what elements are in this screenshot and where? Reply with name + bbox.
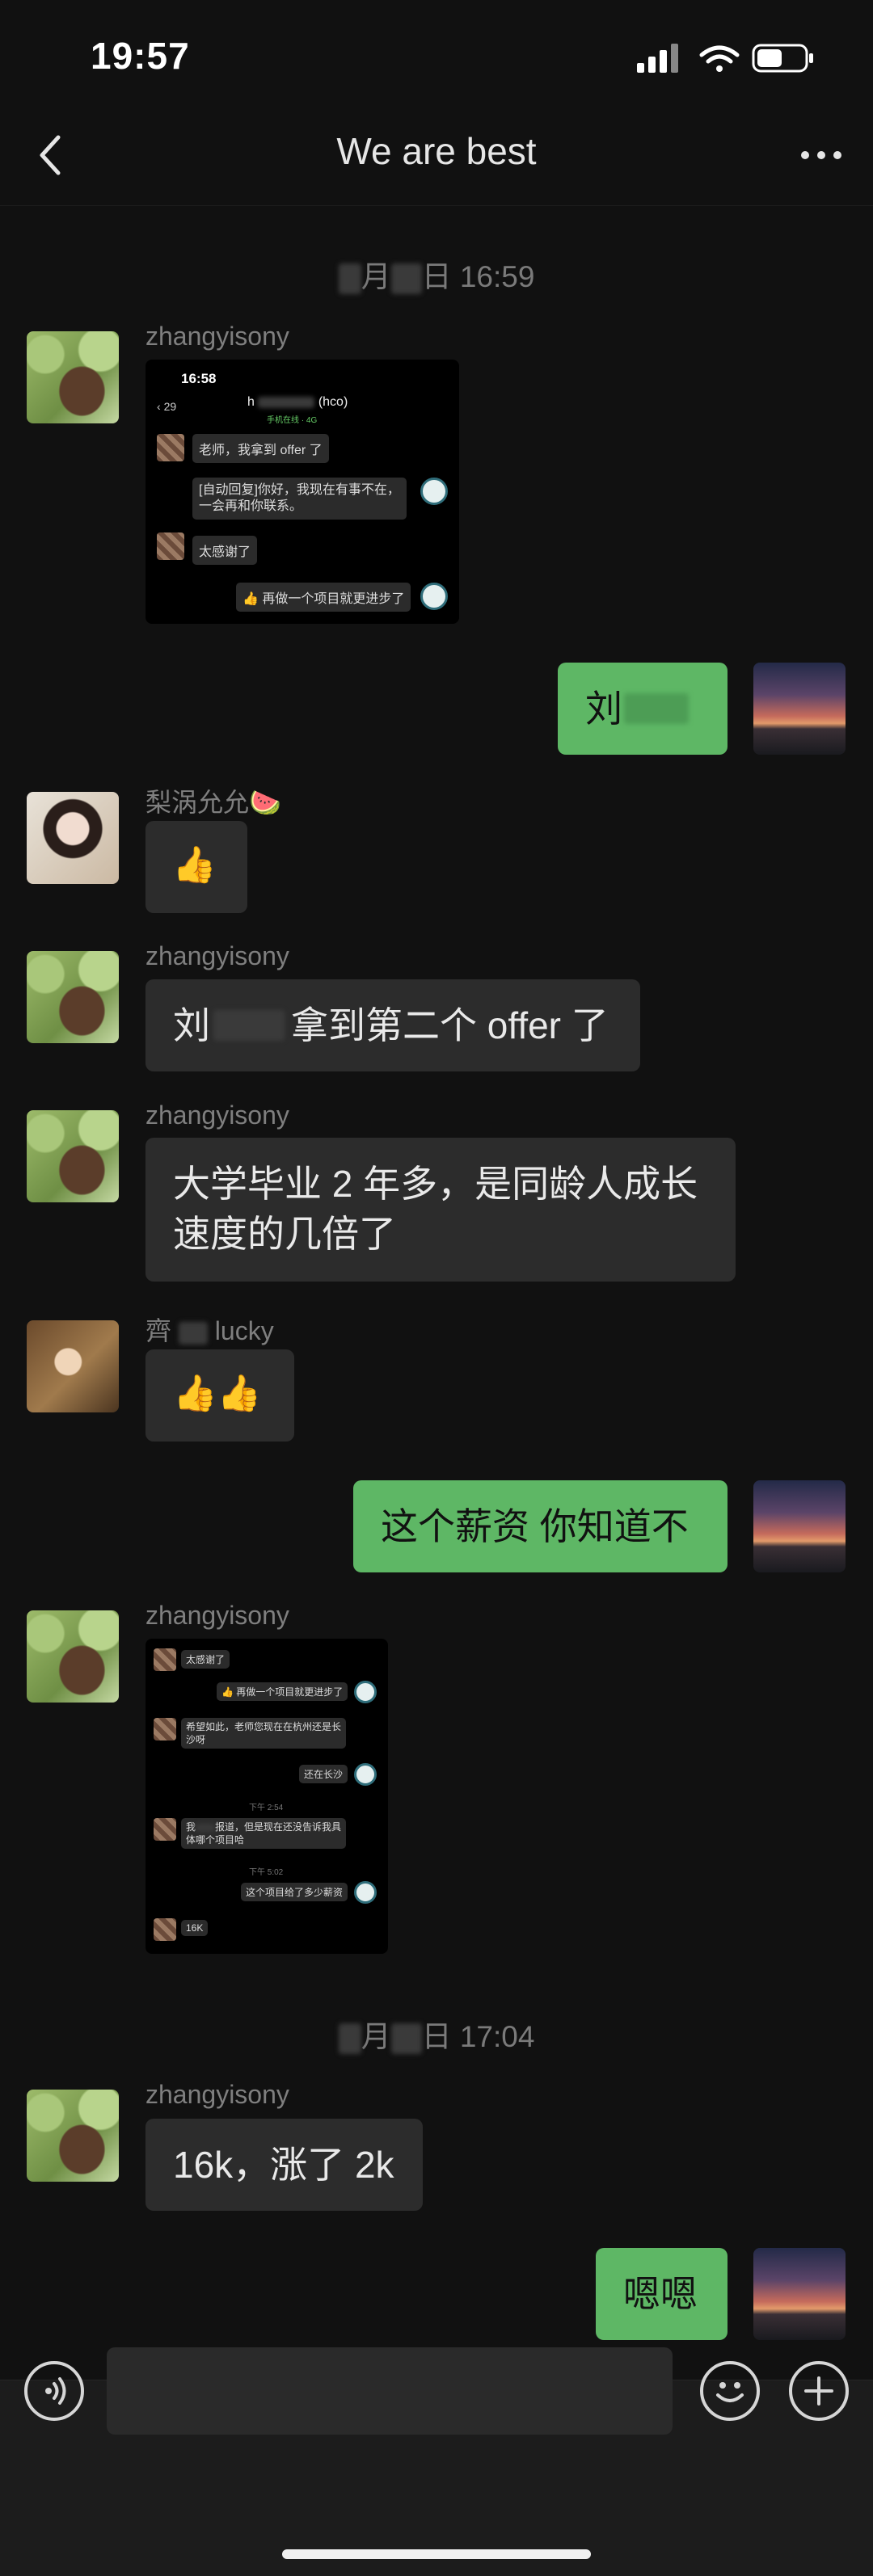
shot-time-divider: 下午 5:02 <box>249 1868 284 1877</box>
blurred-text <box>390 2023 422 2055</box>
avatar[interactable] <box>753 1480 846 1572</box>
blurred-text <box>258 396 315 408</box>
shot-row: 👍 再做一个项目就更进步了 <box>236 583 411 612</box>
shot-row: 16K <box>181 1920 209 1936</box>
chat-title: We are best <box>336 130 537 172</box>
wifi-icon <box>699 45 740 72</box>
sender-name: zhangyisony <box>146 322 289 351</box>
shot-row: [自动回复]你好，我现在有事不在， 一会再和你联系。 <box>192 478 407 520</box>
shot-time: 16:58 <box>181 371 217 386</box>
cellular-signal-icon <box>637 44 678 73</box>
image-message[interactable]: 太感谢了 👍 再做一个项目就更进步了 希望如此，老师您现在在杭州还是长 沙呀 还在… <box>146 1639 388 1954</box>
avatar[interactable] <box>27 1110 119 1202</box>
message-bubble[interactable]: 刘 拿到第二个 offer 了 <box>146 979 640 1071</box>
more-dots-icon[interactable] <box>797 136 846 175</box>
sender-name: zhangyisony <box>146 2080 289 2109</box>
blurred-text <box>213 1010 285 1041</box>
mini-contact-icon <box>354 1681 377 1703</box>
avatar[interactable] <box>27 792 119 884</box>
message-text: 拿到第二个 offer 了 <box>291 1004 609 1046</box>
message-bubble[interactable]: 16k，涨了 2k <box>146 2119 423 2211</box>
message-text: 速度的几倍了 <box>173 1213 396 1255</box>
message-text: 嗯嗯 <box>623 2273 698 2315</box>
avatar[interactable] <box>753 663 846 755</box>
shot-name-prefix: h <box>247 395 255 409</box>
mini-avatar <box>157 434 184 461</box>
avatar[interactable] <box>27 1320 119 1412</box>
sender-name: zhangyisony <box>146 1601 289 1630</box>
thumbs-up-emoji: 👍👍 <box>173 1374 262 1413</box>
shot-row: 这个项目给了多少薪资 <box>241 1883 348 1901</box>
avatar[interactable] <box>753 2248 846 2340</box>
message-bubble[interactable]: 这个薪资 你知道不 <box>353 1480 728 1572</box>
shot-name-suffix: (hco) <box>318 395 348 409</box>
mini-avatar <box>154 1648 176 1671</box>
shot-row: 还在长沙 <box>299 1765 348 1783</box>
message-text: 这个薪资 你知道不 <box>381 1505 689 1547</box>
shot-row: 太感谢了 <box>181 1650 230 1669</box>
timestamp: 月日 16:59 <box>0 252 873 296</box>
blurred-text <box>338 263 361 295</box>
shot-back: ‹ 29 <box>157 400 177 413</box>
home-indicator[interactable] <box>282 2549 591 2559</box>
sender-name: 齊 lucky <box>146 1316 274 1345</box>
message-text: 刘 <box>585 688 622 730</box>
thumbs-up-emoji: 👍 <box>172 845 217 885</box>
shot-contact: h (hco) <box>247 395 348 410</box>
avatar[interactable] <box>27 2090 119 2182</box>
shot-row: 👍 再做一个项目就更进步了 <box>217 1682 348 1701</box>
blurred-text <box>624 693 689 724</box>
mini-contact-icon <box>420 478 448 505</box>
mini-avatar <box>154 1718 176 1740</box>
message-bubble[interactable]: 嗯嗯 <box>596 2248 728 2340</box>
sender-name: zhangyisony <box>146 941 289 970</box>
shot-row: 老师，我拿到 offer 了 <box>192 434 329 463</box>
plus-icon[interactable] <box>789 2361 849 2421</box>
message-bubble[interactable]: 刘 <box>558 663 728 755</box>
message-bubble[interactable]: 大学毕业 2 年多，是同龄人成长 速度的几倍了 <box>146 1138 736 1282</box>
blurred-text <box>178 1321 208 1345</box>
shot-subtitle: 手机在线 · 4G <box>267 416 318 425</box>
sender-name: zhangyisony <box>146 1101 289 1130</box>
mini-contact-icon <box>354 1881 377 1904</box>
avatar[interactable] <box>27 951 119 1043</box>
message-bubble[interactable]: 👍 <box>146 821 247 913</box>
sender-name: 梨涡允允🍉 <box>146 788 281 817</box>
voice-icon[interactable] <box>24 2361 84 2421</box>
mini-avatar <box>154 1818 176 1841</box>
avatar[interactable] <box>27 1610 119 1703</box>
status-icons <box>637 44 813 73</box>
shot-row: 我报道，但是现在还没告诉我具 体哪个项目哈 <box>181 1818 347 1849</box>
image-message[interactable]: 16:58 ‹ 29 h (hco) 手机在线 · 4G 老师，我拿到 offe… <box>146 360 459 624</box>
mini-avatar <box>154 1918 176 1941</box>
message-input[interactable] <box>107 2347 673 2435</box>
mini-contact-icon <box>354 1763 377 1786</box>
message-text: 刘 <box>173 1004 210 1046</box>
avatar[interactable] <box>27 331 119 423</box>
blurred-text <box>338 2023 361 2055</box>
shot-badge: 29 <box>163 400 177 413</box>
message-bubble[interactable]: 👍👍 <box>146 1349 294 1442</box>
message-text: 16k，涨了 2k <box>173 2144 394 2186</box>
shot-row: 太感谢了 <box>192 536 258 565</box>
shot-time-divider: 下午 2:54 <box>249 1804 284 1812</box>
mini-contact-icon <box>420 583 448 610</box>
timestamp: 月日 17:04 <box>0 2012 873 2056</box>
mini-avatar <box>157 532 184 560</box>
status-time: 19:57 <box>91 35 190 77</box>
message-text: 大学毕业 2 年多，是同龄人成长 <box>173 1163 698 1205</box>
shot-row: 希望如此，老师您现在在杭州还是长 沙呀 <box>181 1718 347 1749</box>
battery-icon <box>752 44 813 73</box>
emoji-icon[interactable] <box>700 2361 760 2421</box>
blurred-text <box>390 263 422 295</box>
